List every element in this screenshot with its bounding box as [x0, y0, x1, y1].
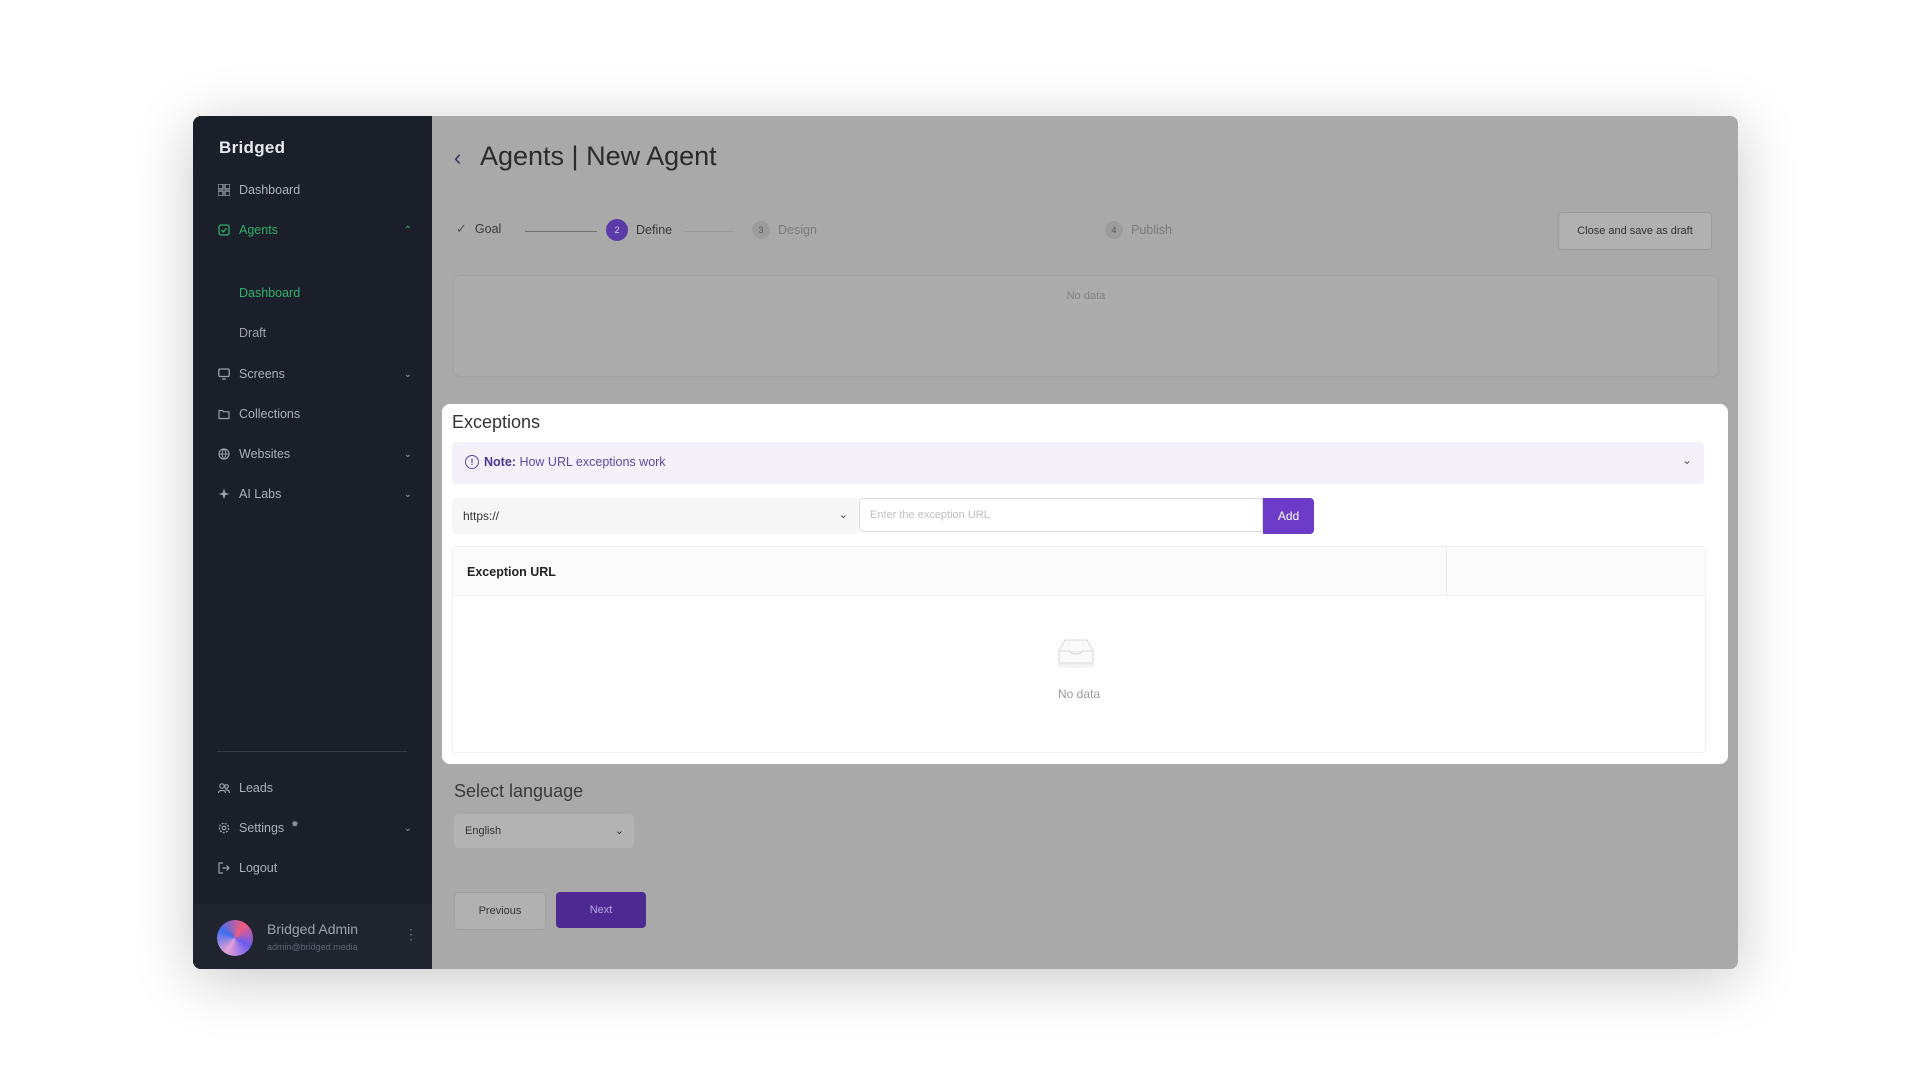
agent-icon	[217, 224, 230, 237]
sidebar: Bridged Dashboard Agents ⌃ Dashboard Dra…	[193, 116, 432, 969]
sidebar-item-settings[interactable]: Settings ✹ ⌄	[217, 818, 412, 835]
avatar	[217, 920, 253, 956]
user-profile[interactable]: Bridged Admin admin@bridged.media ⋮	[193, 904, 432, 969]
sidebar-item-websites[interactable]: Websites ⌄	[217, 447, 412, 461]
logout-icon	[217, 862, 230, 875]
previous-button[interactable]: Previous	[454, 892, 546, 930]
brand-logo[interactable]: Bridged	[219, 138, 285, 158]
step-publish[interactable]: 4 Publish	[1105, 221, 1172, 239]
grid-icon	[217, 184, 230, 197]
empty-inbox-icon	[1057, 639, 1095, 668]
page-title: Agents | New Agent	[480, 141, 717, 171]
chevron-up-icon[interactable]: ⌃	[404, 225, 412, 236]
app-window: Bridged Dashboard Agents ⌃ Dashboard Dra…	[193, 116, 1738, 969]
back-chevron-icon[interactable]: ‹	[454, 145, 461, 171]
sidebar-item-label: Websites	[239, 447, 291, 461]
sidebar-subitem-draft[interactable]: Draft	[239, 326, 266, 340]
user-name: Bridged Admin	[267, 921, 359, 937]
step-label: Goal	[474, 222, 502, 236]
chevron-down-icon[interactable]: ⌄	[404, 489, 412, 500]
language-value: English	[465, 825, 502, 837]
note-description: How URL exceptions work	[519, 455, 666, 469]
sparkle-icon	[217, 488, 230, 501]
user-email: admin@bridged.media	[267, 942, 358, 952]
exception-url-input[interactable]	[859, 498, 1263, 532]
users-icon	[217, 782, 230, 795]
chevron-down-icon: ⌄	[614, 825, 624, 837]
note-label: Note:	[484, 455, 516, 469]
sidebar-item-leads[interactable]: Leads	[217, 781, 412, 795]
sidebar-item-label: Agents	[239, 223, 278, 237]
sidebar-subitem-agents-dashboard[interactable]: Dashboard	[239, 286, 300, 300]
sidebar-item-screens[interactable]: Screens ⌄	[217, 367, 412, 381]
close-save-draft-button[interactable]: Close and save as draft	[1558, 212, 1712, 250]
gear-icon	[217, 822, 230, 835]
step-connector	[685, 231, 735, 232]
chevron-down-icon[interactable]: ⌄	[404, 449, 412, 460]
empty-state-text: No data	[1066, 290, 1106, 302]
add-exception-button[interactable]: Add	[1263, 498, 1314, 534]
step-define[interactable]: 2 Define	[606, 219, 672, 241]
next-button[interactable]: Next	[556, 892, 646, 928]
step-connector	[525, 231, 597, 232]
previous-section-card: No data	[454, 276, 1718, 376]
exceptions-table: Exception URL No data	[452, 546, 1706, 753]
protocol-select[interactable]: https:// ⌄	[452, 498, 858, 534]
main-content: ‹ Agents | New Agent ✓ Goal 2 Define 3 D…	[432, 116, 1738, 969]
folder-icon	[217, 408, 230, 421]
more-vertical-icon[interactable]: ⋮	[404, 926, 418, 943]
chevron-down-icon[interactable]: ⌄	[404, 369, 412, 380]
sidebar-item-label: Settings	[239, 821, 285, 835]
step-label: Publish	[1131, 223, 1172, 237]
globe-icon	[217, 448, 230, 461]
step-number: 2	[606, 219, 628, 241]
exceptions-title: Exceptions	[452, 412, 541, 432]
step-goal[interactable]: ✓ Goal	[456, 221, 501, 237]
settings-gear-badge-icon: ✹	[291, 818, 299, 829]
column-divider	[1446, 547, 1447, 595]
sidebar-item-collections[interactable]: Collections	[217, 407, 412, 421]
sidebar-item-ai-labs[interactable]: AI Labs ⌄	[217, 487, 412, 501]
sidebar-item-agents[interactable]: Agents ⌃	[217, 223, 412, 237]
sidebar-item-label: Screens	[239, 367, 285, 381]
sidebar-divider	[217, 751, 407, 752]
select-language-title: Select language	[454, 781, 584, 801]
sidebar-item-label: Collections	[239, 407, 301, 421]
step-design[interactable]: 3 Design	[752, 221, 817, 239]
step-label: Design	[778, 223, 817, 237]
sidebar-item-label: AI Labs	[239, 487, 282, 501]
language-select[interactable]: English ⌄	[454, 814, 634, 848]
protocol-value: https://	[463, 509, 500, 523]
sidebar-item-label: Dashboard	[239, 183, 301, 197]
note-collapsible[interactable]: ! Note: How URL exceptions work ⌄	[452, 442, 1704, 484]
empty-state-text: No data	[1057, 687, 1101, 701]
sidebar-item-logout[interactable]: Logout	[217, 861, 412, 875]
note-text: Note: How URL exceptions work	[484, 455, 666, 469]
info-icon: !	[465, 455, 479, 469]
sidebar-item-dashboard[interactable]: Dashboard	[217, 183, 412, 197]
monitor-icon	[217, 368, 230, 381]
table-header: Exception URL	[453, 547, 1705, 596]
step-number: 4	[1105, 221, 1123, 239]
sidebar-item-label: Leads	[239, 781, 274, 795]
exceptions-panel: Exceptions ! Note: How URL exceptions wo…	[442, 404, 1728, 764]
chevron-down-icon: ⌄	[838, 509, 848, 521]
column-header-exception-url: Exception URL	[467, 565, 556, 579]
chevron-down-icon[interactable]: ⌄	[404, 823, 412, 834]
step-label: Define	[636, 223, 673, 237]
step-number: 3	[752, 221, 770, 239]
check-icon: ✓	[456, 221, 467, 236]
sidebar-item-label: Logout	[239, 861, 278, 875]
chevron-down-icon[interactable]: ⌄	[1682, 453, 1692, 467]
